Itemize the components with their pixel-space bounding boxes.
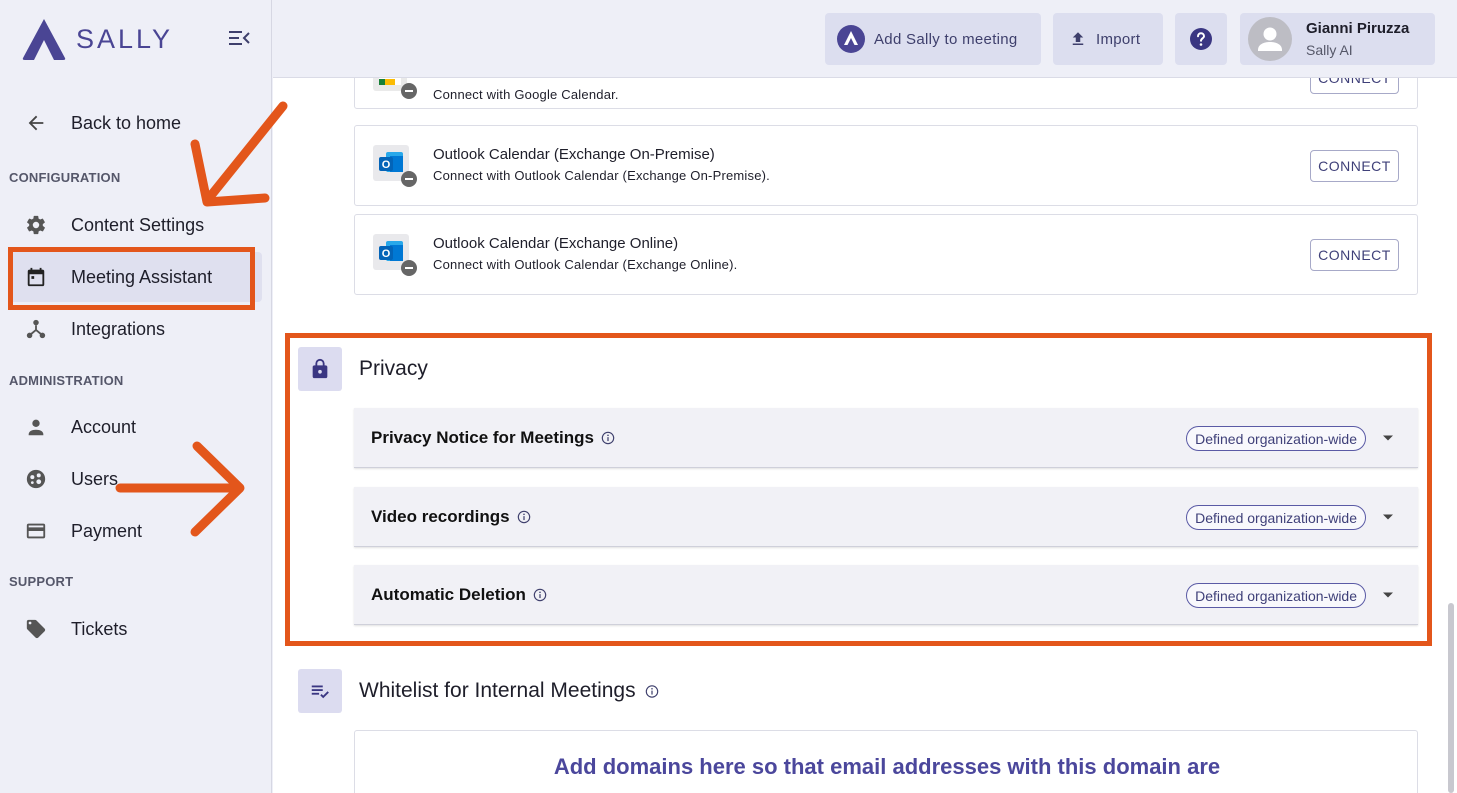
user-org: Sally AI <box>1306 42 1353 58</box>
arrow-back-icon <box>24 111 48 135</box>
logo-mark-icon <box>837 25 865 53</box>
org-wide-badge: Defined organization-wide <box>1186 583 1366 608</box>
section-configuration: CONFIGURATION <box>9 170 121 185</box>
org-wide-badge: Defined organization-wide <box>1186 505 1366 530</box>
calendar-title: Outlook Calendar (Exchange Online) <box>433 235 679 252</box>
avatar-icon <box>1248 17 1292 61</box>
accordion-privacy-notice[interactable]: Privacy Notice for Meetings Defined orga… <box>354 408 1418 468</box>
brand-logo[interactable]: SALLY <box>20 16 173 62</box>
calendar-icon <box>24 265 48 289</box>
gear-icon <box>24 213 48 237</box>
info-icon[interactable] <box>645 684 659 698</box>
whitelist-section-header: Whitelist for Internal Meetings <box>359 679 659 703</box>
calendar-sub: Connect with Google Calendar. <box>433 87 619 102</box>
upload-icon <box>1072 32 1084 45</box>
account-label: Account <box>71 416 137 437</box>
google-calendar-icon <box>373 78 417 101</box>
annotation-arrow-icon <box>115 441 245 537</box>
outlook-icon: O <box>373 145 417 189</box>
users-label: Users <box>71 468 119 489</box>
integrations-icon <box>24 317 48 341</box>
import-label: Import <box>1096 30 1141 48</box>
calendar-sub: Connect with Outlook Calendar (Exchange … <box>433 257 738 272</box>
outlook-icon: O <box>373 234 417 278</box>
accordion-video-recordings[interactable]: Video recordings Defined organization-wi… <box>354 487 1418 547</box>
tickets-label: Tickets <box>71 618 128 639</box>
scrollbar-track[interactable] <box>1445 78 1457 793</box>
add-sally-label: Add Sally to meeting <box>874 30 1018 48</box>
chevron-down-icon[interactable] <box>1382 589 1394 601</box>
chevron-down-icon[interactable] <box>1382 511 1394 523</box>
svg-text:O: O <box>382 159 391 171</box>
section-support: SUPPORT <box>9 574 74 589</box>
integrations-label: Integrations <box>71 318 166 339</box>
accordion-label: Privacy Notice for Meetings <box>371 427 594 447</box>
user-menu-button[interactable]: Gianni Piruzza Sally AI <box>1240 13 1435 65</box>
lock-icon <box>312 358 328 379</box>
person-icon <box>24 415 48 439</box>
sidebar-item-tickets[interactable]: Tickets <box>8 604 262 654</box>
annotation-arrow-icon <box>190 101 288 207</box>
privacy-section-title: Privacy <box>359 357 428 380</box>
info-icon[interactable] <box>601 431 615 445</box>
calendar-title: Outlook Calendar (Exchange On-Premise) <box>433 146 715 163</box>
import-button[interactable]: Import <box>1053 13 1163 65</box>
calendar-card-outlook-onpremise: O Outlook Calendar (Exchange On-Premise)… <box>354 125 1418 206</box>
calendar-card-google: Connect with Google Calendar. CONNECT <box>354 78 1418 109</box>
connect-google-button[interactable]: CONNECT <box>1310 78 1399 94</box>
meeting-assistant-label: Meeting Assistant <box>71 266 213 287</box>
svg-text:O: O <box>382 248 391 260</box>
org-wide-badge: Defined organization-wide <box>1186 426 1366 451</box>
brand-name: SALLY <box>76 23 174 54</box>
calendar-card-outlook-online: O Outlook Calendar (Exchange Online) Con… <box>354 214 1418 295</box>
tag-icon <box>24 617 48 641</box>
section-administration: ADMINISTRATION <box>9 373 124 388</box>
checklist-icon <box>311 685 329 699</box>
calendar-sub: Connect with Outlook Calendar (Exchange … <box>433 168 770 183</box>
privacy-section-icon <box>298 347 342 391</box>
whitelist-description: Add domains here so that email addresses… <box>553 754 1221 779</box>
sidebar-item-integrations[interactable]: Integrations <box>8 304 262 354</box>
back-to-home-label: Back to home <box>71 112 182 133</box>
connect-outlook-online-button[interactable]: CONNECT <box>1310 239 1399 271</box>
credit-card-icon <box>24 519 48 543</box>
main-content: Connect with Google Calendar. CONNECT O … <box>273 78 1457 793</box>
sidebar-item-meeting-assistant[interactable]: Meeting Assistant <box>8 252 262 302</box>
whitelist-section-title: Whitelist for Internal Meetings <box>359 679 636 702</box>
accordion-automatic-deletion[interactable]: Automatic Deletion Defined organization-… <box>354 565 1418 625</box>
users-icon <box>24 467 48 491</box>
user-name: Gianni Piruzza <box>1306 20 1410 37</box>
info-icon[interactable] <box>533 588 547 602</box>
logo-mark-icon <box>22 19 66 60</box>
collapse-menu-button[interactable] <box>228 28 254 50</box>
whitelist-card: Add domains here so that email addresses… <box>354 730 1418 793</box>
accordion-label: Video recordings <box>371 506 510 526</box>
help-button[interactable] <box>1175 13 1227 65</box>
scrollbar-thumb[interactable] <box>1448 603 1454 793</box>
info-icon[interactable] <box>517 510 531 524</box>
accordion-label: Automatic Deletion <box>371 584 526 604</box>
top-header: Add Sally to meeting Import Gianni Piruz… <box>273 0 1457 78</box>
whitelist-section-icon <box>298 669 342 713</box>
user-info: Gianni Piruzza Sally AI <box>1306 20 1409 58</box>
collapse-menu-icon <box>229 31 250 45</box>
connect-outlook-onpremise-button[interactable]: CONNECT <box>1310 150 1399 182</box>
add-sally-to-meeting-button[interactable]: Add Sally to meeting <box>825 13 1041 65</box>
help-icon <box>1190 28 1212 50</box>
chevron-down-icon[interactable] <box>1382 432 1394 444</box>
